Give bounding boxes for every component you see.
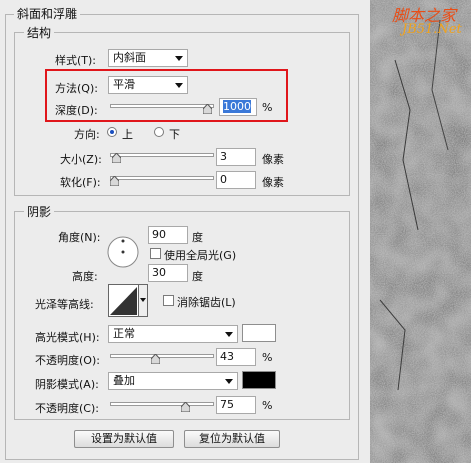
size-slider[interactable] (110, 153, 214, 157)
chevron-down-icon (225, 379, 233, 384)
direction-label: 方向: (74, 128, 100, 141)
watermark-line2: JB51.Net (402, 22, 462, 37)
highlight-opacity-slider-thumb[interactable] (150, 354, 160, 364)
shadow-opacity-value: 75 (220, 398, 234, 411)
highlight-mode-label: 高光模式(H): (35, 331, 100, 344)
shading-legend: 阴影 (24, 203, 55, 220)
highlight-box (45, 69, 288, 122)
highlight-opacity-unit: % (262, 351, 273, 364)
gloss-contour-label: 光泽等高线: (35, 298, 94, 311)
style-select[interactable]: 内斜面 (108, 49, 188, 67)
highlight-opacity-slider[interactable] (110, 354, 214, 358)
panel-title: 斜面和浮雕 (14, 5, 81, 22)
size-unit: 像素 (262, 153, 284, 166)
highlight-opacity-value: 43 (220, 350, 234, 363)
style-label: 样式(T): (55, 54, 97, 67)
soften-slider[interactable] (110, 176, 214, 180)
shadow-mode-value: 叠加 (113, 374, 135, 387)
chevron-down-icon (175, 56, 183, 61)
angle-label: 角度(N): (58, 231, 101, 244)
highlight-color-swatch[interactable] (242, 324, 276, 342)
set-default-button[interactable]: 设置为默认值 (74, 430, 174, 448)
gloss-contour-picker[interactable] (108, 284, 148, 317)
global-light-checkbox[interactable] (150, 248, 161, 259)
direction-up-label: 上 (122, 128, 133, 141)
highlight-opacity-label: 不透明度(O): (35, 354, 100, 367)
highlight-mode-select[interactable]: 正常 (108, 325, 238, 343)
shadow-mode-select[interactable]: 叠加 (108, 372, 238, 390)
soften-value: 0 (220, 173, 227, 186)
size-slider-thumb[interactable] (111, 153, 121, 163)
structure-legend: 结构 (24, 24, 55, 41)
shadow-opacity-unit: % (262, 399, 273, 412)
angle-value: 90 (152, 228, 166, 241)
anti-aliased-label: 消除锯齿(L) (177, 296, 236, 309)
soften-label: 软化(F): (60, 176, 101, 189)
soften-input[interactable]: 0 (216, 171, 256, 189)
style-value: 内斜面 (113, 51, 146, 64)
texture-preview-image: 脚本之家 JB51.Net (370, 0, 471, 463)
shadow-opacity-slider-thumb[interactable] (181, 402, 191, 412)
highlight-opacity-input[interactable]: 43 (216, 348, 256, 366)
highlight-mode-value: 正常 (113, 327, 135, 340)
size-input[interactable]: 3 (216, 148, 256, 166)
chevron-down-icon (225, 332, 233, 337)
angle-input[interactable]: 90 (148, 226, 188, 244)
angle-unit: 度 (192, 231, 203, 244)
altitude-label: 高度: (72, 270, 98, 283)
size-value: 3 (220, 150, 227, 163)
global-light-label: 使用全局光(G) (164, 249, 237, 262)
angle-dial[interactable] (106, 235, 140, 269)
reset-default-button[interactable]: 复位为默认值 (184, 430, 280, 448)
soften-slider-thumb[interactable] (110, 176, 119, 186)
anti-aliased-checkbox[interactable] (163, 295, 174, 306)
altitude-value: 30 (152, 266, 166, 279)
direction-down-label: 下 (169, 128, 180, 141)
shadow-opacity-slider[interactable] (110, 402, 214, 406)
shadow-opacity-label: 不透明度(C): (35, 402, 99, 415)
shadow-color-swatch[interactable] (242, 371, 276, 389)
shadow-mode-label: 阴影模式(A): (35, 378, 99, 391)
altitude-input[interactable]: 30 (148, 264, 188, 282)
direction-down-radio[interactable] (154, 127, 164, 137)
shadow-opacity-input[interactable]: 75 (216, 396, 256, 414)
altitude-unit: 度 (192, 270, 203, 283)
direction-up-radio[interactable] (107, 127, 117, 137)
size-label: 大小(Z): (60, 153, 102, 166)
soften-unit: 像素 (262, 176, 284, 189)
